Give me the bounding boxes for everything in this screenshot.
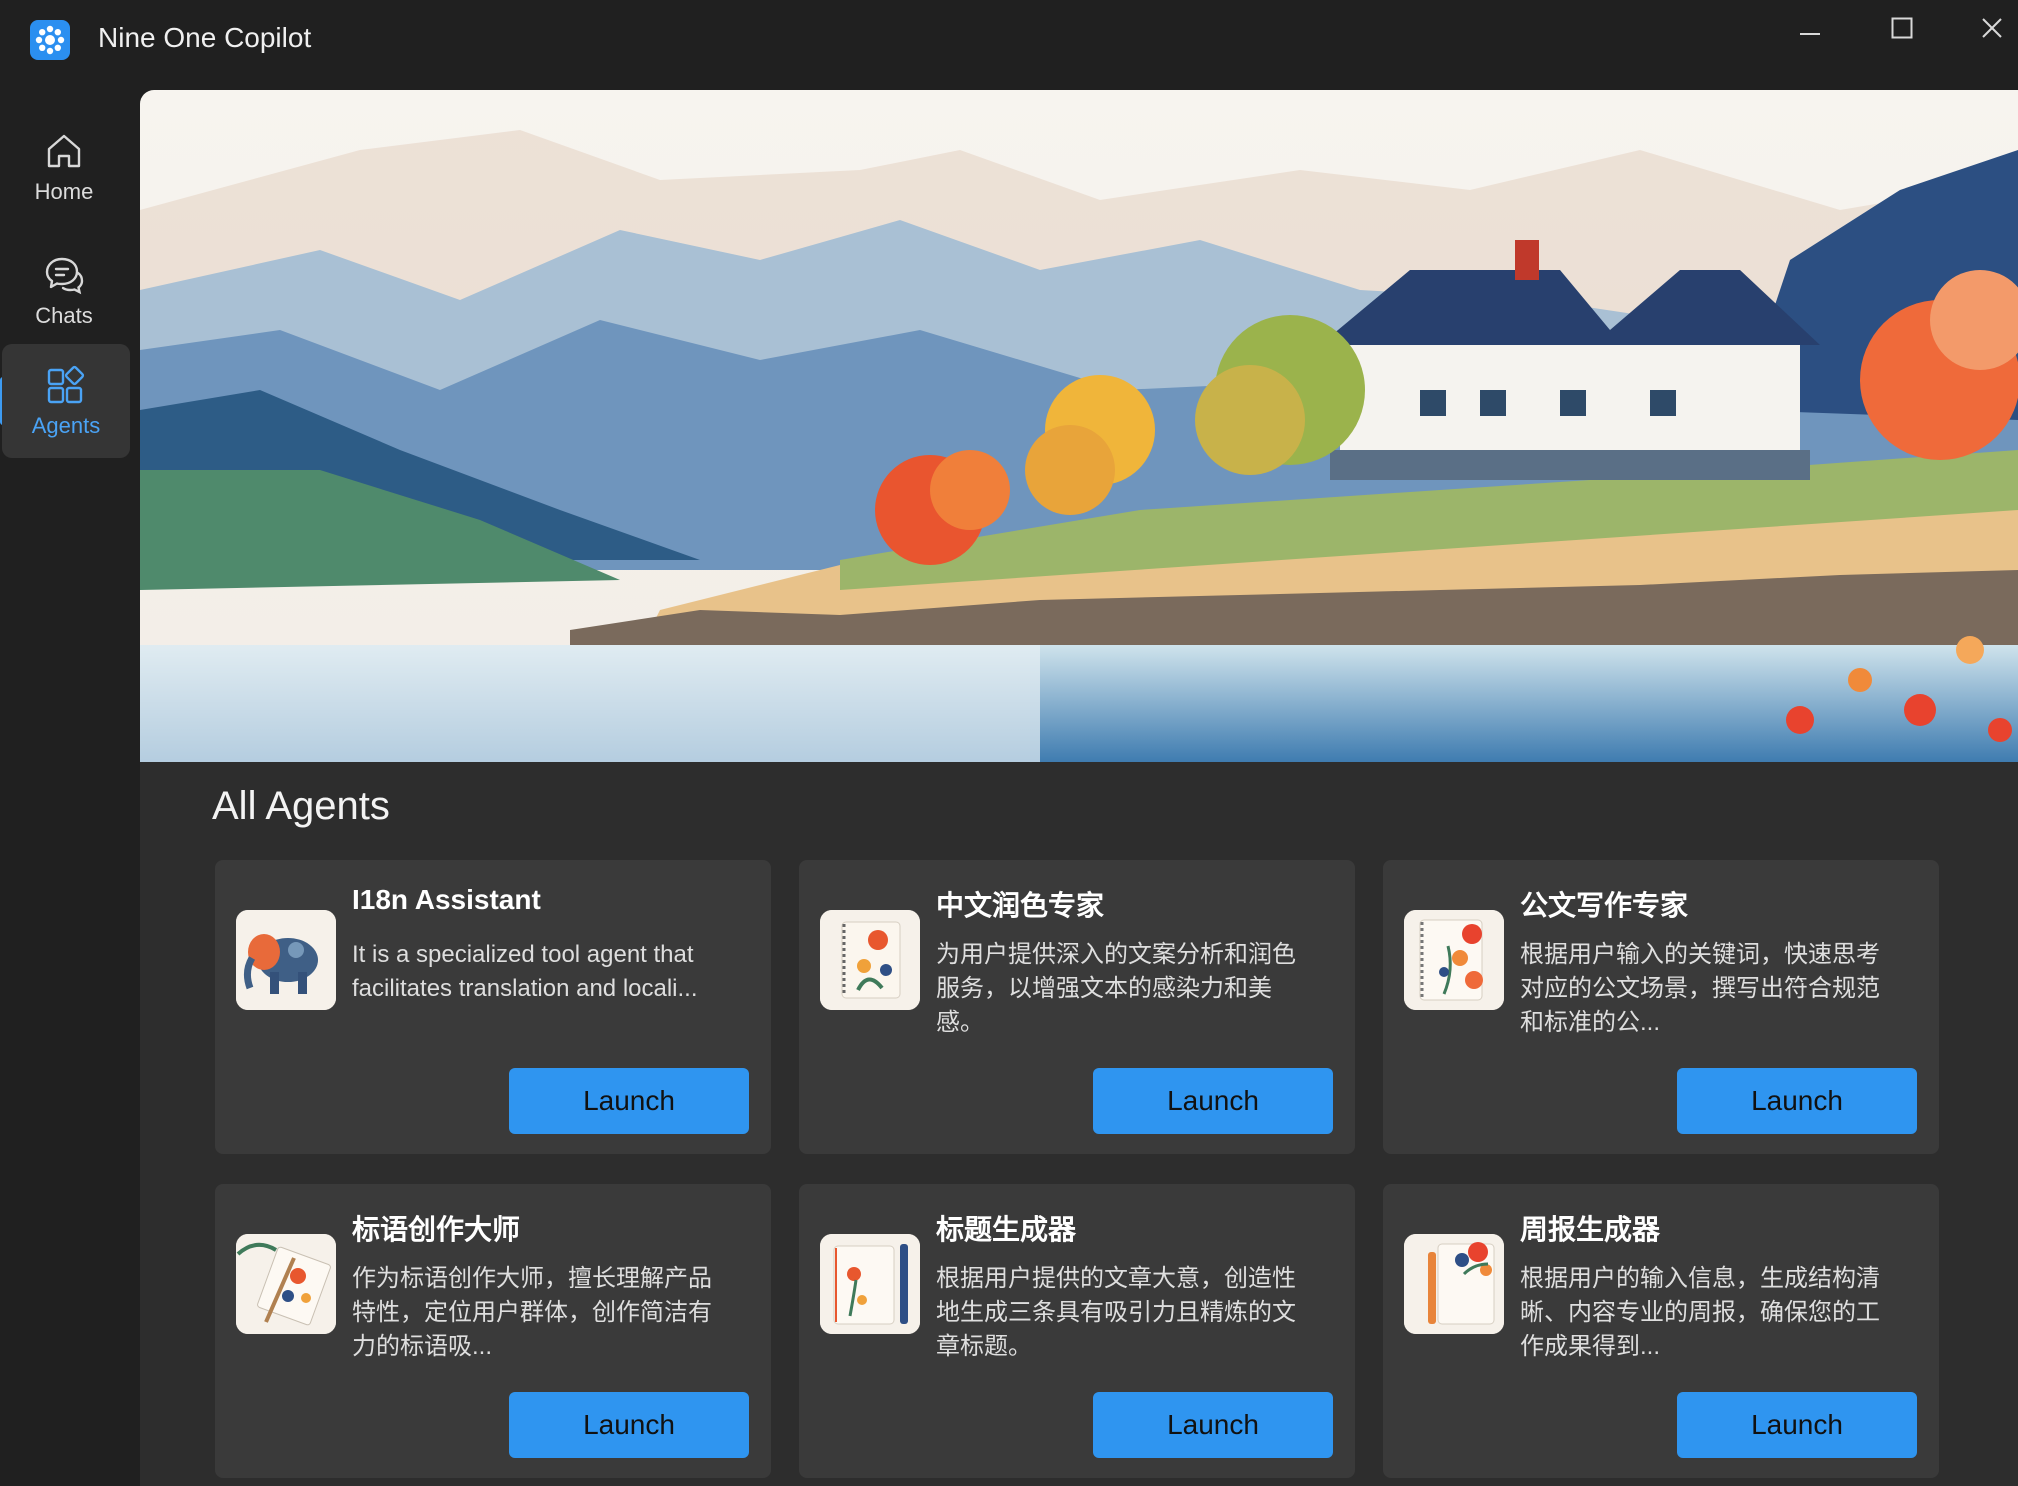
section-title: All Agents [212,784,390,828]
hero-banner-image [140,90,2018,762]
notebook-floral-icon [820,910,920,1010]
flower-logo-icon [30,20,70,60]
launch-button[interactable]: Launch [1093,1068,1333,1134]
notebook-floral-icon [1404,910,1504,1010]
elephant-watercolor-icon [236,910,336,1010]
notebook-pen-icon [236,1234,336,1334]
agent-title: 周报生成器 [1520,1214,1661,1245]
home-icon [47,134,81,168]
agent-title: 标语创作大师 [352,1214,521,1245]
agent-card: I18n Assistant It is a specialized tool … [215,860,771,1154]
notebook-pen-icon [1404,1234,1504,1334]
agent-card: 标语创作大师 作为标语创作大师，擅长理解产品特性，定位用户群体，创作简洁有力的标… [215,1184,771,1478]
agent-title: 中文润色专家 [936,890,1105,921]
agent-description: 作为标语创作大师，擅长理解产品特性，定位用户群体，创作简洁有力的标语吸... [352,1265,712,1360]
agent-description: 根据用户输入的关键词，快速思考对应的公文场景，撰写出符合规范和标准的公... [1520,941,1880,1036]
sidebar-item-chats[interactable]: Chats [0,234,128,348]
chat-bubbles-icon [45,257,84,295]
agent-card: 标题生成器 根据用户提供的文章大意，创造性地生成三条具有吸引力且精炼的文章标题。… [799,1184,1355,1478]
agent-card: 公文写作专家 根据用户输入的关键词，快速思考对应的公文场景，撰写出符合规范和标准… [1383,860,1939,1154]
sidebar-item-label: Agents [31,413,101,438]
app-title: Nine One Copilot [98,22,312,53]
agent-description: It is a specialized tool agent that faci… [352,941,698,1002]
maximize-icon [1891,17,1913,39]
launch-button[interactable]: Launch [509,1392,749,1458]
sidebar-item-label: Home [34,179,94,204]
sidebar: Home Chats Agents [0,90,140,1486]
launch-button[interactable]: Launch [509,1068,749,1134]
close-icon [1982,18,2002,38]
launch-button[interactable]: Launch [1677,1068,1917,1134]
sidebar-item-label: Chats [35,303,93,328]
agent-title: I18n Assistant [352,884,541,915]
launch-button[interactable]: Launch [1093,1392,1333,1458]
sidebar-item-agents[interactable]: Agents [2,344,130,458]
maximize-button[interactable] [1872,6,1932,50]
main-content: All Agents I18n Assistant It is a specia… [140,90,2018,1486]
agent-card: 周报生成器 根据用户的输入信息，生成结构清晰、内容专业的周报，确保您的工作成果得… [1383,1184,1939,1478]
notebook-pen-icon [820,1234,920,1334]
agents-grid-icon [47,365,85,404]
agent-description: 根据用户的输入信息，生成结构清晰、内容专业的周报，确保您的工作成果得到... [1520,1265,1880,1360]
close-button[interactable] [1962,6,2018,50]
agent-card: 中文润色专家 为用户提供深入的文案分析和润色服务，以增强文本的感染力和美感。 L… [799,860,1355,1154]
agent-title: 标题生成器 [936,1214,1077,1245]
minimize-icon [1800,33,1820,35]
minimize-button[interactable] [1780,6,1840,50]
sidebar-item-home[interactable]: Home [0,110,128,224]
launch-button[interactable]: Launch [1677,1392,1917,1458]
agent-description: 根据用户提供的文章大意，创造性地生成三条具有吸引力且精炼的文章标题。 [936,1265,1296,1360]
title-bar: Nine One Copilot [0,0,2018,90]
agent-description: 为用户提供深入的文案分析和润色服务，以增强文本的感染力和美感。 [936,941,1296,1036]
agent-title: 公文写作专家 [1520,890,1689,921]
